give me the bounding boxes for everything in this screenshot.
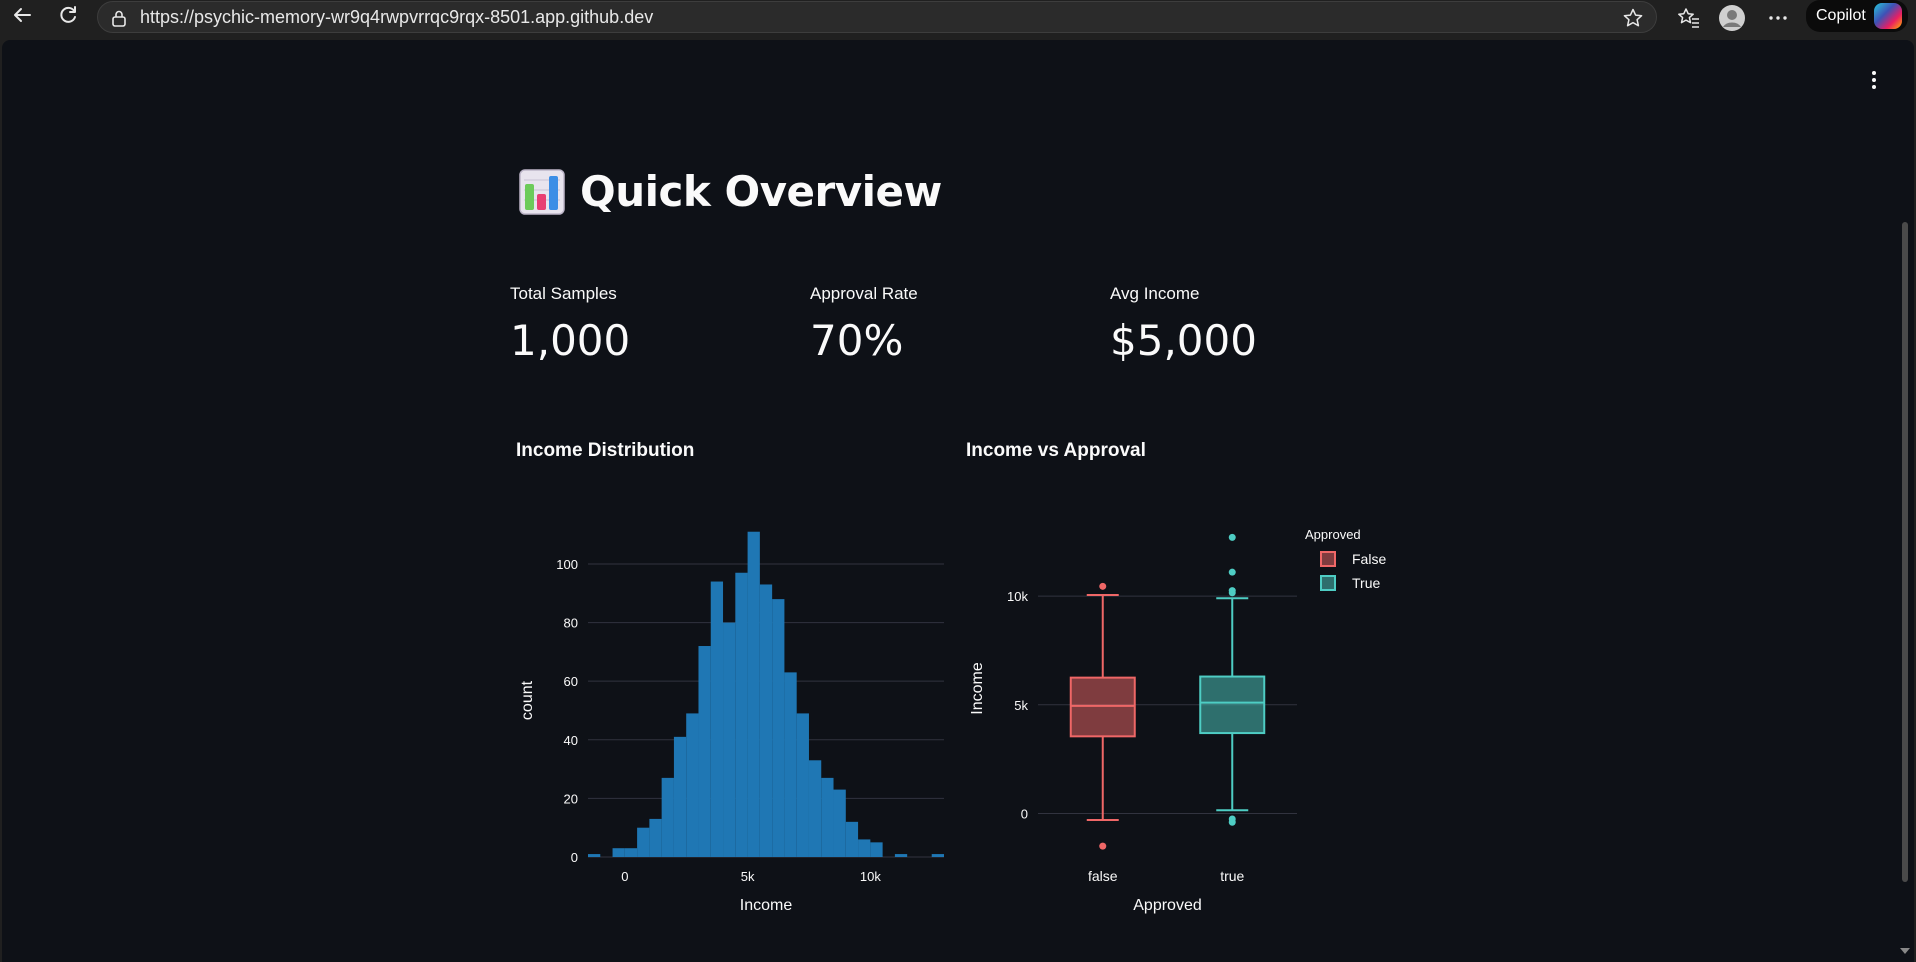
metric-approval-rate: Approval Rate 70% xyxy=(810,284,918,365)
x-tick-label: 10k xyxy=(860,869,881,884)
x-axis-title: Income xyxy=(740,897,793,914)
histogram-bar xyxy=(735,572,748,857)
favorite-star-icon[interactable] xyxy=(1622,7,1644,34)
outlier-point xyxy=(1228,818,1236,826)
y-tick-label: 10k xyxy=(1007,589,1028,604)
histogram-bar xyxy=(612,848,625,857)
income-vs-approval-boxplot[interactable]: 0 5k 10k false true Approved Income Approved Fal… xyxy=(952,485,1412,945)
metric-label: Approval Rate xyxy=(810,284,918,303)
legend-swatch-false xyxy=(1320,551,1336,567)
histogram-bar xyxy=(673,736,687,857)
profile-avatar-icon[interactable] xyxy=(1717,3,1747,33)
histogram-bar xyxy=(661,777,674,857)
outlier-point xyxy=(1228,589,1236,597)
y-tick-label: 100 xyxy=(556,557,578,572)
histogram-bar xyxy=(772,599,785,857)
metric-label: Total Samples xyxy=(510,284,617,303)
legend-title: Approved xyxy=(1305,527,1361,542)
histogram-bar xyxy=(808,760,822,857)
metric-value: $5,000 xyxy=(1110,316,1257,365)
y-tick-label: 60 xyxy=(564,674,578,689)
histogram-bar xyxy=(833,789,846,857)
y-tick-label: 0 xyxy=(571,850,578,865)
y-tick-label: 20 xyxy=(564,791,578,806)
metric-label: Avg Income xyxy=(1110,284,1200,303)
refresh-icon[interactable] xyxy=(48,0,88,30)
scrollbar-thumb[interactable] xyxy=(1902,222,1908,882)
histogram-bar xyxy=(624,848,638,857)
histogram-bar xyxy=(821,777,834,857)
x-tick-label: false xyxy=(1088,868,1118,884)
y-tick-label: 0 xyxy=(1021,807,1028,822)
legend-label: False xyxy=(1352,551,1386,567)
back-icon[interactable] xyxy=(2,0,42,30)
legend-label: True xyxy=(1352,575,1380,591)
streamlit-app: Quick Overview Total Samples 1,000 Appro… xyxy=(2,40,1914,962)
x-axis-title: Approved xyxy=(1133,897,1202,914)
outlier-point xyxy=(1228,568,1236,576)
y-tick-label: 80 xyxy=(564,616,578,631)
bar-chart-emoji-icon xyxy=(519,168,565,215)
scroll-down-arrow-icon[interactable] xyxy=(1900,948,1910,954)
histogram-bar xyxy=(588,854,601,857)
metric-value: 1,000 xyxy=(510,316,631,365)
boxplot-section-title: Income vs Approval xyxy=(966,440,1146,461)
histogram-section-title: Income Distribution xyxy=(516,440,695,461)
legend-swatch-true xyxy=(1320,575,1336,591)
histogram-bar xyxy=(858,839,871,857)
y-tick-label: 5k xyxy=(1014,698,1028,713)
histogram-bar xyxy=(649,818,662,857)
copilot-label: Copilot xyxy=(1816,7,1866,24)
histogram-bar xyxy=(845,821,859,857)
histogram-bar xyxy=(796,713,809,857)
page-title: Quick Overview xyxy=(580,167,942,216)
page-header: Quick Overview xyxy=(518,167,942,216)
metric-avg-income: Avg Income $5,000 xyxy=(1110,284,1257,365)
y-axis-title: count xyxy=(519,680,536,720)
histogram-bar xyxy=(870,842,883,857)
copilot-logo-icon xyxy=(1874,3,1902,29)
browser-toolbar: https://psychic-memory-wr9q4rwpvrrqc9rqx… xyxy=(0,0,1916,40)
lock-icon[interactable] xyxy=(110,9,128,32)
address-bar[interactable]: https://psychic-memory-wr9q4rwpvrrqc9rqx… xyxy=(97,1,1657,33)
income-histogram-chart[interactable]: 0 20 40 60 80 100 0 5k 10k Income count xyxy=(502,485,962,945)
x-tick-label: 0 xyxy=(621,869,628,884)
metric-value: 70% xyxy=(810,316,904,365)
histogram-bar xyxy=(723,622,736,857)
box-iqr-false xyxy=(1069,676,1136,738)
url-text[interactable]: https://psychic-memory-wr9q4rwpvrrqc9rqx… xyxy=(140,7,653,28)
metric-total-samples: Total Samples 1,000 xyxy=(510,284,630,365)
histogram-bar xyxy=(894,854,908,857)
favorites-icon[interactable] xyxy=(1674,3,1704,33)
y-axis-title: Income xyxy=(969,662,986,715)
histogram-bar xyxy=(698,646,711,857)
x-tick-label: 5k xyxy=(741,869,755,884)
outlier-point xyxy=(1099,842,1107,850)
histogram-bar xyxy=(759,584,773,857)
histogram-bar xyxy=(784,672,797,857)
y-tick-label: 40 xyxy=(564,733,578,748)
histogram-bar xyxy=(710,581,724,857)
histogram-bar xyxy=(637,827,650,857)
outlier-point xyxy=(1099,582,1107,590)
box-iqr-true xyxy=(1199,675,1266,735)
outlier-point xyxy=(1228,533,1236,541)
histogram-bar xyxy=(931,854,944,857)
main-menu-icon[interactable] xyxy=(1864,68,1884,92)
histogram-bar xyxy=(686,713,699,857)
more-options-icon[interactable] xyxy=(1763,3,1793,33)
histogram-bar xyxy=(747,531,760,857)
copilot-button[interactable]: Copilot xyxy=(1806,0,1908,32)
x-tick-label: true xyxy=(1220,868,1244,884)
